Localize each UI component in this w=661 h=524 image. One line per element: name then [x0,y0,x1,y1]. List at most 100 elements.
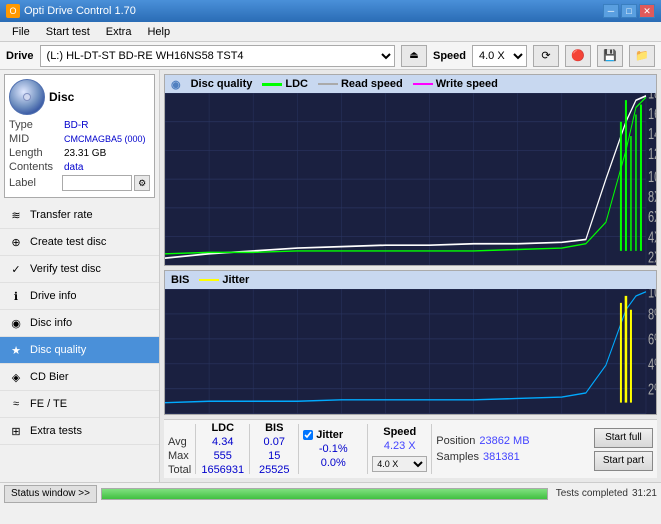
stats-labels: Avg Max Total [168,422,191,476]
maximize-button[interactable]: □ [621,4,637,18]
menu-file[interactable]: File [4,24,38,40]
extra-tests-label: Extra tests [30,425,82,437]
quality-chart-area: 18X 16X 14X 12X 10X 8X 6X 4X 2X 600 500 … [165,93,656,265]
eject-button[interactable]: ⏏ [401,45,427,67]
close-button[interactable]: ✕ [639,4,655,18]
svg-text:10%: 10% [648,289,656,301]
bis-max: 15 [254,450,294,462]
jitter-max: 0.0% [303,457,363,469]
disc-icon [9,79,45,115]
position-row: Position 23862 MB [436,435,529,447]
divider-1 [195,424,196,474]
jitter-header-row: Jitter [303,429,363,441]
label-label: Label [9,177,62,189]
start-full-button[interactable]: Start full [594,428,653,448]
icon-btn-3[interactable]: 📁 [629,45,655,67]
sidebar-item-fe-te[interactable]: ≈ FE / TE [0,391,159,418]
sidebar-item-extra-tests[interactable]: ⊞ Extra tests [0,418,159,445]
sidebar-item-disc-quality[interactable]: ★ Disc quality [0,337,159,364]
sidebar: Disc Type BD-R MID CMCMAGBA5 (000) Lengt… [0,70,160,482]
minimize-button[interactable]: ─ [603,4,619,18]
bottombar: Status window >> Tests completed 31:21 [0,482,661,504]
quality-chart-header: ◉ Disc quality LDC Read speed Write spee… [165,75,656,93]
drive-select[interactable]: (L:) HL-DT-ST BD-RE WH16NS58 TST4 [40,45,395,67]
refresh-button[interactable]: ⟳ [533,45,559,67]
disc-label: Disc [49,90,74,104]
ldc-header: LDC [200,422,245,434]
svg-text:6X: 6X [648,208,656,225]
svg-text:14X: 14X [648,125,656,142]
ldc-max: 555 [200,450,245,462]
avg-label: Avg [168,436,191,448]
jitter-header: Jitter [316,429,343,441]
progress-bar [101,488,548,500]
nav-list: ≋ Transfer rate ⊕ Create test disc ✓ Ver… [0,202,159,445]
app-title: Opti Drive Control 1.70 [24,5,603,17]
total-label: Total [168,464,191,476]
sidebar-item-drive-info[interactable]: ℹ Drive info [0,283,159,310]
status-window-button[interactable]: Status window >> [4,485,97,503]
label-input[interactable] [62,175,132,191]
bis-chart-svg: 10% 8% 6% 4% 2% 20 15 10 5 [165,289,656,414]
quality-chart-title: Disc quality [191,78,253,90]
contents-label: Contents [9,161,64,173]
divider-4 [367,424,368,474]
length-value: 23.31 GB [64,148,106,159]
jitter-legend-label: Jitter [222,274,249,286]
menu-help[interactable]: Help [139,24,178,40]
menu-start-test[interactable]: Start test [38,24,98,40]
menu-extra[interactable]: Extra [98,24,140,40]
disc-info-label: Disc info [30,317,72,329]
bis-stats: BIS 0.07 15 25525 [254,422,294,476]
ldc-avg: 4.34 [200,436,245,448]
sidebar-item-verify-test-disc[interactable]: ✓ Verify test disc [0,256,159,283]
sidebar-item-disc-info[interactable]: ◉ Disc info [0,310,159,337]
svg-text:2X: 2X [648,248,656,265]
speed-select[interactable]: 4.0 X [472,45,527,67]
ldc-legend: LDC [262,78,308,90]
read-speed-legend-label: Read speed [341,78,403,90]
drivebar: Drive (L:) HL-DT-ST BD-RE WH16NS58 TST4 … [0,42,661,70]
quality-chart-svg: 18X 16X 14X 12X 10X 8X 6X 4X 2X 600 500 … [165,93,656,265]
position-label: Position [436,435,475,447]
disc-quality-icon: ★ [8,342,24,358]
icon-btn-1[interactable]: 🔴 [565,45,591,67]
verify-test-disc-label: Verify test disc [30,263,101,275]
bis-chart-title: BIS [171,274,189,286]
speed-label: Speed [433,50,466,62]
drive-label: Drive [6,50,34,62]
cd-bier-label: CD Bier [30,371,69,383]
ldc-total: 1656931 [200,464,245,476]
max-label: Max [168,450,191,462]
speed-stats: Speed 4.23 X 4.0 X [372,426,427,472]
svg-text:16X: 16X [648,105,656,122]
quality-chart-panel: ◉ Disc quality LDC Read speed Write spee… [164,74,657,266]
icon-btn-2[interactable]: 💾 [597,45,623,67]
divider-3 [298,424,299,474]
svg-text:12X: 12X [648,145,656,162]
quality-chart-icon: ◉ [171,78,181,91]
app-icon: O [6,4,20,18]
start-part-button[interactable]: Start part [594,451,653,471]
create-test-disc-icon: ⊕ [8,234,24,250]
sidebar-item-create-test-disc[interactable]: ⊕ Create test disc [0,229,159,256]
divider-2 [249,424,250,474]
sidebar-item-transfer-rate[interactable]: ≋ Transfer rate [0,202,159,229]
stats-row: Avg Max Total LDC 4.34 555 1656931 BIS 0… [164,419,657,478]
drive-info-icon: ℹ [8,288,24,304]
position-stats: Position 23862 MB Samples 381381 [436,435,529,463]
svg-text:8X: 8X [648,188,656,205]
create-test-disc-label: Create test disc [30,236,106,248]
content-area: ◉ Disc quality LDC Read speed Write spee… [160,70,661,482]
speed-select-stat[interactable]: 4.0 X [372,456,427,472]
ldc-stats: LDC 4.34 555 1656931 [200,422,245,476]
progress-bar-fill [102,489,547,499]
svg-text:18X: 18X [648,93,656,102]
disc-info-icon: ◉ [8,315,24,331]
titlebar: O Opti Drive Control 1.70 ─ □ ✕ [0,0,661,22]
label-button[interactable]: ⚙ [134,175,150,191]
jitter-checkbox[interactable] [303,430,313,440]
jitter-stats: Jitter -0.1% 0.0% [303,429,363,469]
sidebar-item-cd-bier[interactable]: ◈ CD Bier [0,364,159,391]
status-text: Tests completed [556,488,628,499]
